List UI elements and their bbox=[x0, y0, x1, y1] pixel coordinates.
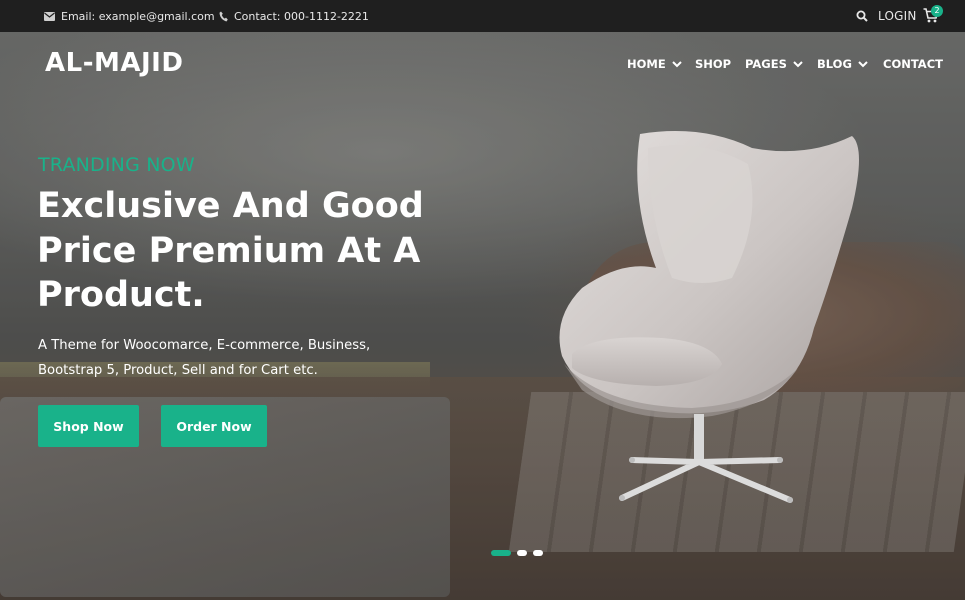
phone-icon bbox=[219, 11, 228, 22]
nav-label-home[interactable]: HOME bbox=[627, 57, 666, 71]
email-contact: Email: example@gmail.com bbox=[44, 0, 215, 32]
slider-dot-2[interactable] bbox=[517, 550, 527, 556]
nav-item-home[interactable]: HOME bbox=[627, 56, 682, 72]
search-icon[interactable] bbox=[856, 10, 868, 22]
nav-label-contact[interactable]: CONTACT bbox=[883, 57, 943, 71]
login-link[interactable]: LOGIN bbox=[856, 0, 917, 32]
nav-item-pages[interactable]: PAGES bbox=[745, 56, 803, 72]
chevron-down-icon bbox=[793, 60, 803, 68]
shop-now-button[interactable]: Shop Now bbox=[38, 405, 139, 447]
nav-label-pages[interactable]: PAGES bbox=[745, 57, 787, 71]
phone-contact: Contact: 000-1112-2221 bbox=[219, 0, 369, 32]
nav-item-contact[interactable]: CONTACT bbox=[883, 56, 943, 72]
slider-dot-1[interactable] bbox=[491, 550, 511, 556]
top-bar: Email: example@gmail.com Contact: 000-11… bbox=[0, 0, 965, 32]
email-text: Email: example@gmail.com bbox=[61, 9, 215, 23]
chevron-down-icon bbox=[858, 60, 868, 68]
order-now-button[interactable]: Order Now bbox=[161, 405, 267, 447]
nav-item-blog[interactable]: BLOG bbox=[817, 56, 868, 72]
login-label[interactable]: LOGIN bbox=[878, 9, 917, 23]
envelope-icon bbox=[44, 11, 55, 21]
hero-headline: Exclusive And Good Price Premium At A Pr… bbox=[37, 186, 424, 315]
hero-description: A Theme for Woocomarce, E-commerce, Busi… bbox=[38, 338, 371, 378]
cart-button[interactable]: 2 bbox=[923, 5, 943, 26]
nav-label-shop[interactable]: SHOP bbox=[695, 57, 731, 71]
chevron-down-icon bbox=[671, 60, 682, 68]
nav-item-shop[interactable]: SHOP bbox=[695, 56, 731, 72]
phone-text: Contact: 000-1112-2221 bbox=[234, 9, 369, 23]
slider-dot-3[interactable] bbox=[533, 550, 543, 556]
egg-chair-image bbox=[559, 131, 859, 503]
cart-count-badge: 2 bbox=[931, 5, 943, 17]
site-logo[interactable]: AL-MAJID bbox=[45, 48, 183, 78]
nav-label-blog[interactable]: BLOG bbox=[817, 57, 852, 71]
hero-subtitle: TRANDING NOW bbox=[38, 154, 195, 176]
